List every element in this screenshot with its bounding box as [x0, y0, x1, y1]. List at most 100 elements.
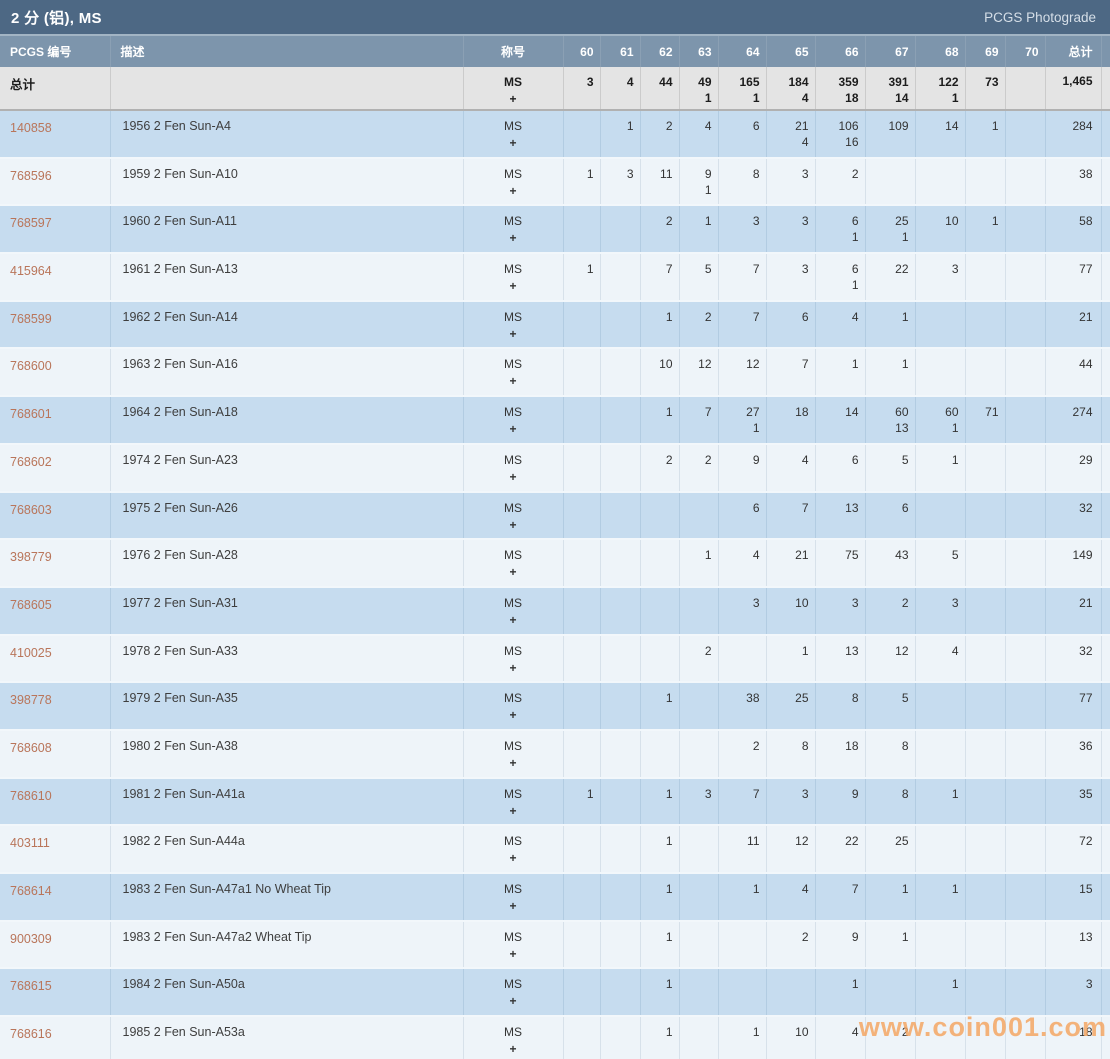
grade-count-cell — [679, 729, 719, 779]
designation-cell: MS + — [463, 300, 564, 350]
table-row: 415964 1961 2 Fen Sun-A13 MS +1 7 5 7 3 6 1 22 3 77 — [0, 253, 1110, 302]
table-row: 768600 1963 2 Fen Sun-A16 MS +10 12 12 7 1 1 44 — [0, 348, 1110, 398]
grade-count-cell — [915, 300, 966, 350]
grade-count-cell: 1 — [865, 873, 916, 922]
grade-count-cell: 8 — [718, 157, 767, 207]
designation-cell: MS + — [463, 873, 564, 922]
grade-count-cell — [915, 491, 966, 541]
grade-count-cell: 2 — [640, 205, 680, 255]
pcgs-number-link[interactable]: 768605 — [10, 598, 52, 612]
grade-count-cell — [1005, 777, 1046, 827]
grade-count-cell: 22 — [865, 253, 916, 302]
pcgs-number-link[interactable]: 398778 — [10, 693, 52, 707]
pcgs-number-link[interactable]: 768608 — [10, 741, 52, 755]
pcgs-number-link[interactable]: 768616 — [10, 1027, 52, 1041]
table-row: 768602 1974 2 Fen Sun-A23 MS +2 2 9 4 6 5 1 29 — [0, 443, 1110, 493]
pcgs-number-link[interactable]: 768597 — [10, 216, 52, 230]
grade-count-cell: 10 — [640, 348, 680, 398]
grade-count-cell — [1005, 873, 1046, 922]
col-header-64[interactable]: 64 — [718, 36, 767, 67]
pcgs-number-link[interactable]: 768610 — [10, 789, 52, 803]
pcgs-number-link[interactable]: 768603 — [10, 503, 52, 517]
pcgs-number-cell: 415964 — [0, 253, 111, 302]
grade-count-cell: 7 — [718, 253, 767, 302]
pcgs-number-link[interactable]: 768602 — [10, 455, 52, 469]
coin-description: 1956 2 Fen Sun-A4 — [110, 110, 464, 159]
pcgs-number-link[interactable]: 768614 — [10, 884, 52, 898]
pcgs-number-link[interactable]: 900309 — [10, 932, 52, 946]
grade-count-cell — [865, 157, 916, 207]
total-grade-cell: 165 1 — [718, 67, 767, 111]
grade-count-cell: 1 — [915, 777, 966, 827]
grade-count-cell: 60 13 — [865, 396, 916, 445]
col-header-62[interactable]: 62 — [640, 36, 680, 67]
col-header-67[interactable]: 67 — [865, 36, 916, 67]
pcgs-number-link[interactable]: 140858 — [10, 121, 52, 135]
pcgs-number-link[interactable]: 768615 — [10, 979, 52, 993]
row-total: 149 — [1045, 539, 1102, 588]
grade-count-cell: 1 — [679, 205, 719, 255]
pcgs-number-link[interactable]: 768601 — [10, 407, 52, 421]
coin-description: 1984 2 Fen Sun-A50a — [110, 968, 464, 1018]
grade-count-cell — [965, 634, 1006, 684]
row-spacer — [1101, 67, 1110, 111]
col-header-68[interactable]: 68 — [915, 36, 966, 67]
grade-count-cell: 11 — [640, 157, 680, 207]
col-header-65[interactable]: 65 — [766, 36, 816, 67]
grade-count-cell — [679, 586, 719, 636]
grade-count-cell: 1 — [563, 157, 601, 207]
col-header-70[interactable]: 70 — [1005, 36, 1046, 67]
col-header-total[interactable]: 总计 — [1045, 36, 1102, 67]
pcgs-number-cell: 768616 — [0, 1016, 111, 1059]
pcgs-number-cell: 398778 — [0, 682, 111, 731]
col-header-60[interactable]: 60 — [563, 36, 601, 67]
grade-count-cell — [965, 777, 1006, 827]
total-grade-cell: 49 1 — [679, 67, 719, 111]
col-header-61[interactable]: 61 — [600, 36, 641, 67]
grade-count-cell — [1005, 348, 1046, 398]
row-spacer — [1101, 586, 1110, 636]
pcgs-number-link[interactable]: 768600 — [10, 359, 52, 373]
row-spacer — [1101, 110, 1110, 159]
row-total: 72 — [1045, 825, 1102, 874]
grade-count-cell: 1 — [965, 110, 1006, 159]
grade-count-cell — [965, 586, 1006, 636]
grade-count-cell: 1 — [766, 634, 816, 684]
pcgs-number-link[interactable]: 768599 — [10, 312, 52, 326]
coin-description: 1964 2 Fen Sun-A18 — [110, 396, 464, 445]
grade-count-cell: 5 — [865, 443, 916, 493]
grade-count-cell: 60 1 — [915, 396, 966, 445]
grade-count-cell: 11 — [718, 825, 767, 874]
pcgs-number-link[interactable]: 398779 — [10, 550, 52, 564]
grade-count-cell: 2 — [865, 1016, 916, 1059]
grade-count-cell — [965, 443, 1006, 493]
pcgs-number-link[interactable]: 415964 — [10, 264, 52, 278]
col-header-69[interactable]: 69 — [965, 36, 1006, 67]
photograde-link[interactable]: PCGS Photograde — [984, 10, 1096, 25]
col-header-63[interactable]: 63 — [679, 36, 719, 67]
grade-count-cell: 1 — [600, 110, 641, 159]
row-spacer — [1101, 634, 1110, 684]
col-header-designation[interactable]: 称号 — [463, 36, 564, 67]
total-grade-cell: 4 — [600, 67, 641, 111]
col-header-description[interactable]: 描述 — [110, 36, 464, 67]
title-bar: 2 分 (铝), MS PCGS Photograde — [0, 0, 1110, 36]
designation-cell: MS + — [463, 729, 564, 779]
grade-count-cell: 18 — [815, 729, 866, 779]
grade-count-cell: 7 — [679, 396, 719, 445]
col-header-pcgs-number[interactable]: PCGS 编号 — [0, 36, 111, 67]
grade-count-cell — [1005, 491, 1046, 541]
coin-description: 1963 2 Fen Sun-A16 — [110, 348, 464, 398]
pcgs-number-link[interactable]: 410025 — [10, 646, 52, 660]
pcgs-number-link[interactable]: 768596 — [10, 169, 52, 183]
row-total: 36 — [1045, 729, 1102, 779]
grade-count-cell: 1 — [563, 777, 601, 827]
col-header-66[interactable]: 66 — [815, 36, 866, 67]
row-spacer — [1101, 729, 1110, 779]
pcgs-number-link[interactable]: 403111 — [10, 836, 50, 850]
coin-description: 1980 2 Fen Sun-A38 — [110, 729, 464, 779]
row-total: 274 — [1045, 396, 1102, 445]
grade-count-cell: 1 — [679, 539, 719, 588]
table-row: 398779 1976 2 Fen Sun-A28 MS + 1 4 21 75 43 5 149 — [0, 539, 1110, 588]
pcgs-number-cell: 768601 — [0, 396, 111, 445]
